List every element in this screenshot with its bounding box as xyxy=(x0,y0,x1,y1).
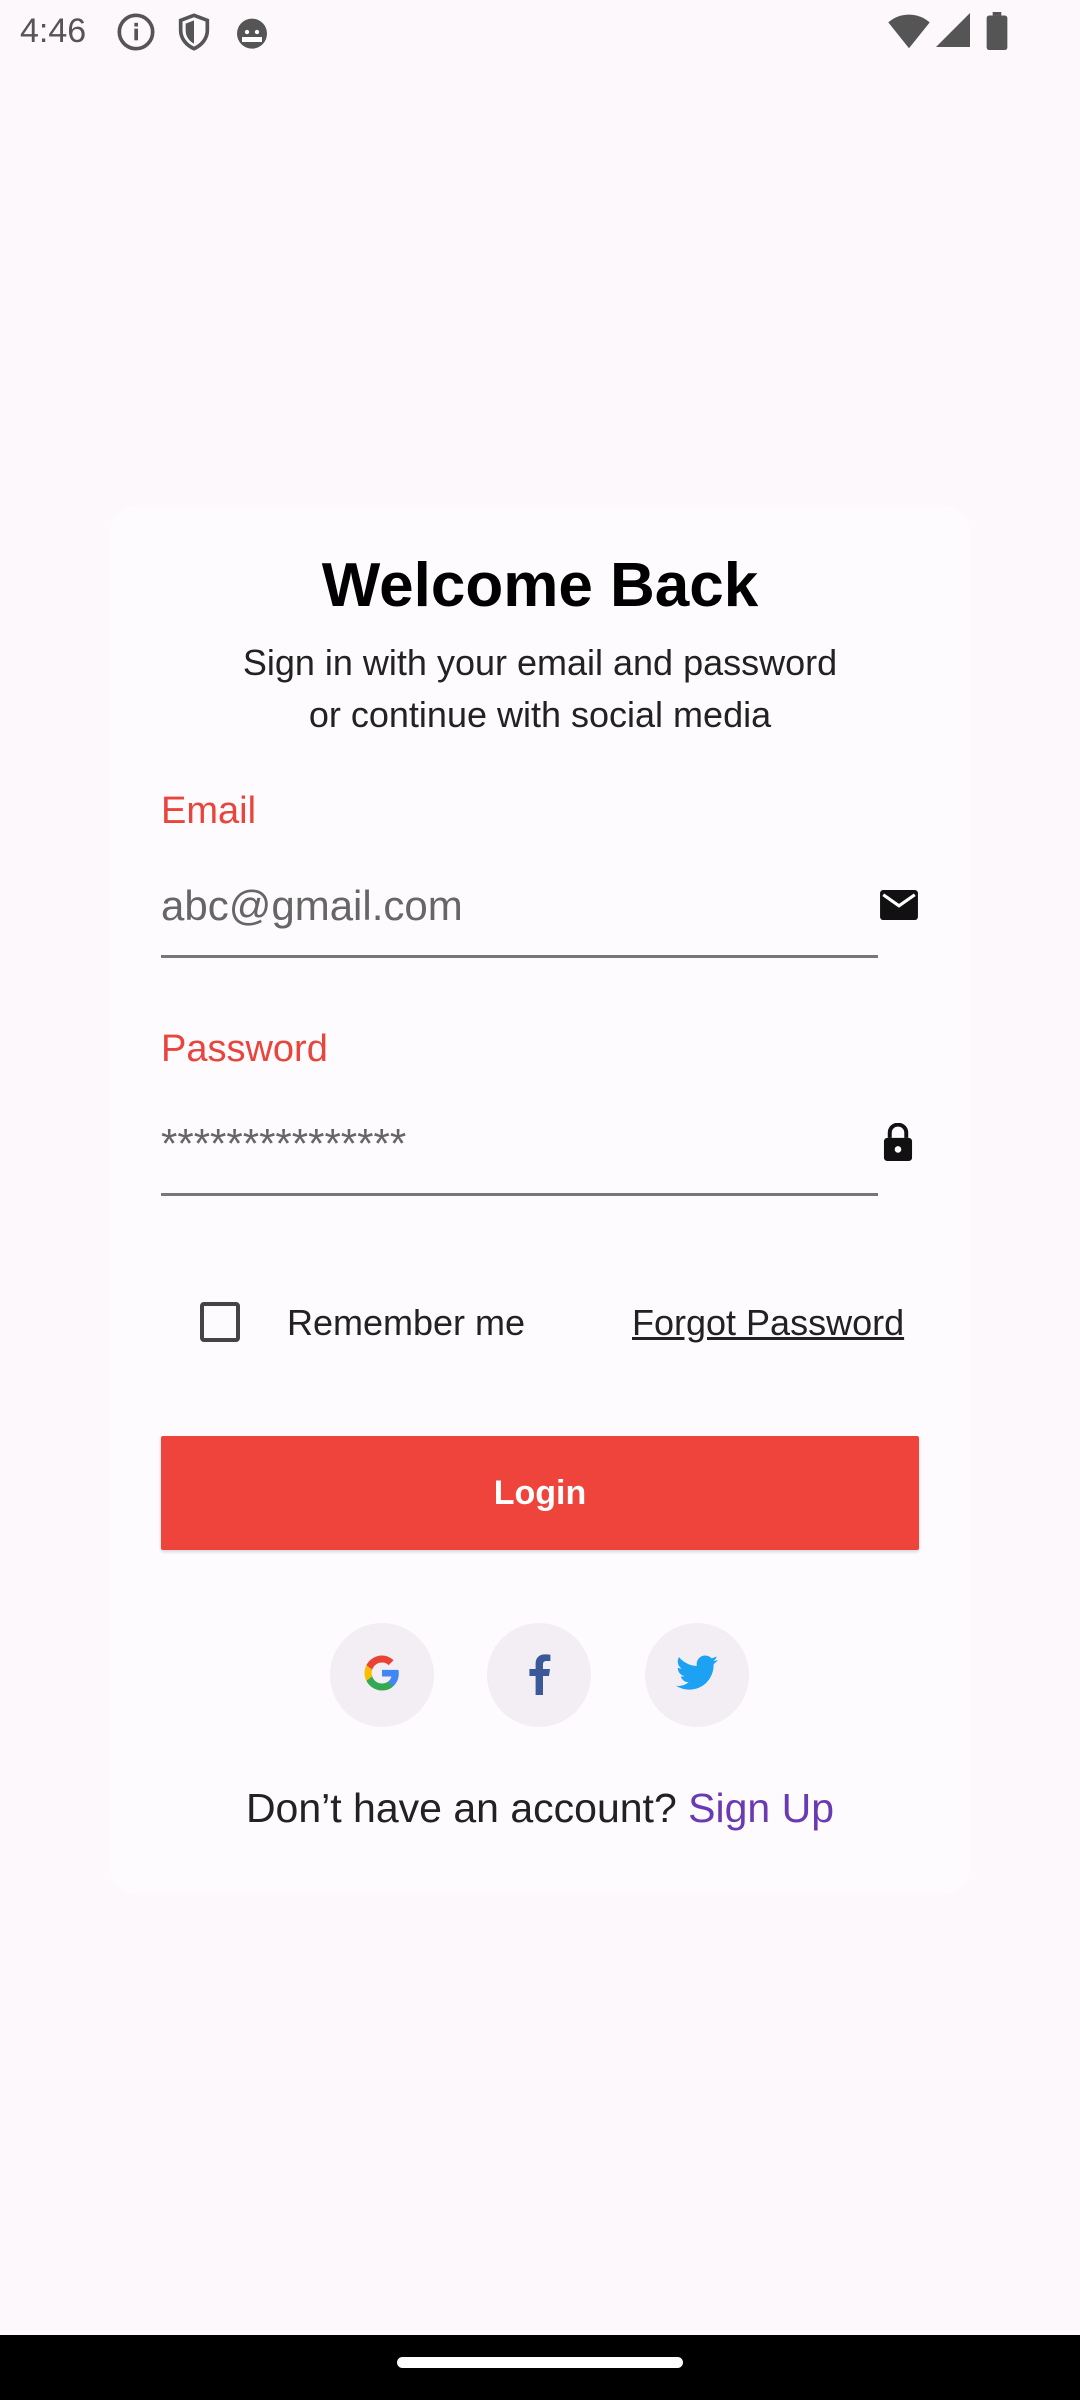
info-icon xyxy=(116,12,156,57)
battery-icon xyxy=(986,12,1008,55)
android-icon xyxy=(232,12,272,57)
sign-up-link[interactable]: Sign Up xyxy=(688,1785,834,1831)
twitter-button[interactable] xyxy=(645,1623,749,1727)
facebook-button[interactable] xyxy=(487,1623,591,1727)
status-time: 4:46 xyxy=(20,12,87,50)
no-account-text: Don’t have an account? xyxy=(245,1785,689,1831)
twitter-icon xyxy=(676,1655,718,1696)
google-icon xyxy=(361,1652,403,1699)
email-underline xyxy=(161,955,878,958)
subtitle: Sign in with your email and password or … xyxy=(0,637,1080,741)
shield-icon xyxy=(174,12,214,57)
email-label: Email xyxy=(161,790,257,832)
home-indicator[interactable] xyxy=(397,2357,683,2368)
status-bar: 4:46 xyxy=(0,0,1080,64)
wifi-icon xyxy=(888,12,930,55)
password-underline xyxy=(161,1193,878,1196)
forgot-password-link[interactable]: Forgot Password xyxy=(632,1302,904,1344)
mail-icon xyxy=(880,890,918,925)
subtitle-line-2: or continue with social media xyxy=(308,694,772,735)
facebook-icon xyxy=(526,1651,552,1700)
remember-label: Remember me xyxy=(287,1302,526,1343)
email-field[interactable]: abc@gmail.com xyxy=(161,882,463,930)
page-title: Welcome Back xyxy=(321,551,759,620)
google-button[interactable] xyxy=(330,1623,434,1727)
signal-icon xyxy=(936,12,970,53)
password-label: Password xyxy=(161,1028,328,1070)
password-field[interactable]: *************** xyxy=(161,1120,406,1168)
lock-icon xyxy=(883,1122,913,1166)
subtitle-line-1: Sign in with your email and password xyxy=(242,642,838,683)
remember-checkbox[interactable] xyxy=(200,1302,240,1342)
signup-row: Don’t have an account? Sign Up xyxy=(0,1785,1080,1832)
login-button[interactable]: Login xyxy=(161,1436,919,1550)
